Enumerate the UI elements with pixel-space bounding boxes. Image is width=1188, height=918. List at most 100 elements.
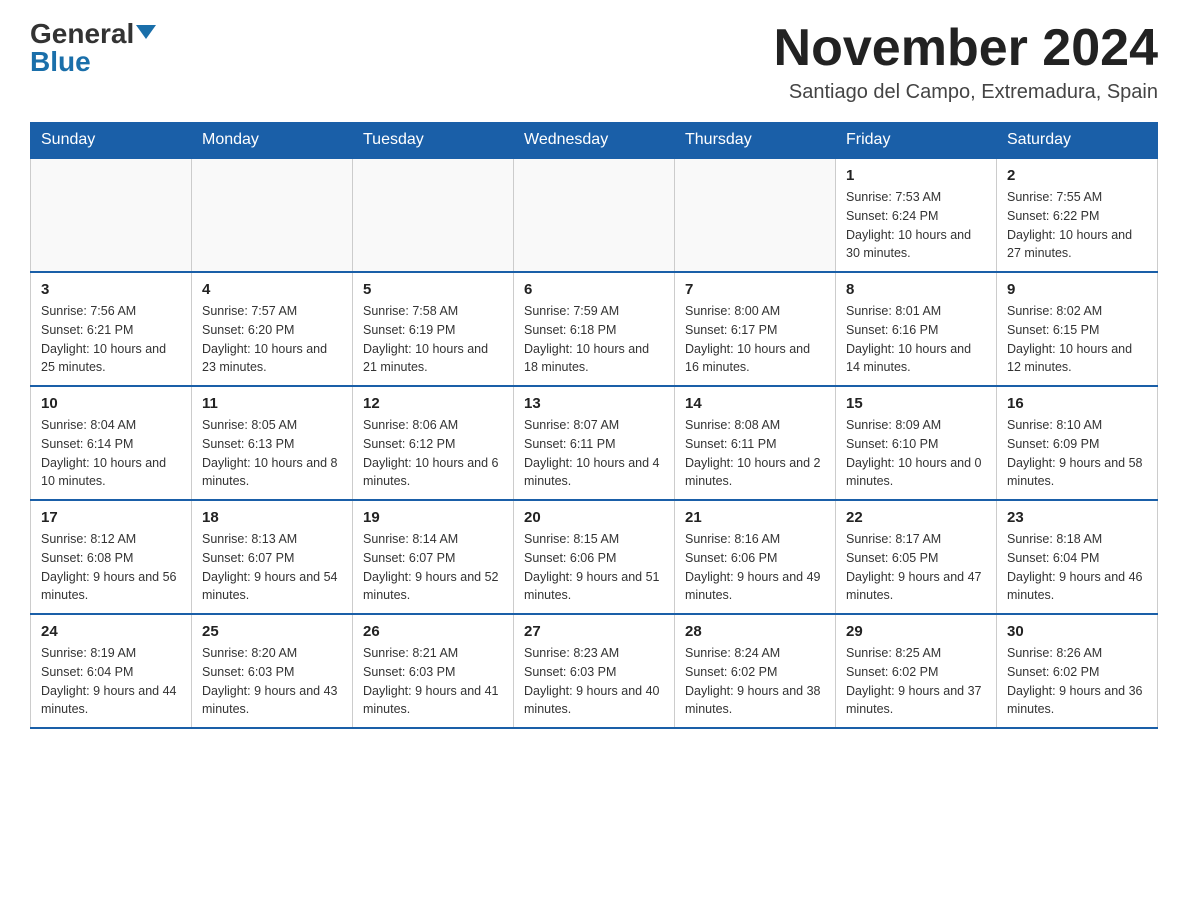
day-number: 10 bbox=[41, 395, 181, 412]
calendar-cell: 19 Sunrise: 8:14 AM Sunset: 6:07 PM Dayli… bbox=[353, 500, 514, 614]
calendar-cell: 26Sunrise: 8:21 AM Sunset: 6:03 PM Dayli… bbox=[353, 614, 514, 728]
day-number: 18 bbox=[202, 509, 342, 526]
location-title: Santiago del Campo, Extremadura, Spain bbox=[774, 81, 1158, 104]
calendar-cell: 17 Sunrise: 8:12 AM Sunset: 6:08 PM Dayli… bbox=[31, 500, 192, 614]
weekday-header-wednesday: Wednesday bbox=[514, 123, 675, 159]
calendar-cell: 11 Sunrise: 8:05 AM Sunset: 6:13 PM Dayli… bbox=[192, 386, 353, 500]
day-number: 25 bbox=[202, 623, 342, 640]
day-info: Sunrise: 8:24 AM Sunset: 6:02 PM Dayligh… bbox=[685, 644, 825, 719]
day-number: 4 bbox=[202, 281, 342, 298]
day-number: 9 bbox=[1007, 281, 1147, 298]
calendar-cell: 10 Sunrise: 8:04 AM Sunset: 6:14 PM Dayli… bbox=[31, 386, 192, 500]
calendar-cell: 12 Sunrise: 8:06 AM Sunset: 6:12 PM Dayli… bbox=[353, 386, 514, 500]
day-number: 19 bbox=[363, 509, 503, 526]
day-info: Sunrise: 8:26 AM Sunset: 6:02 PM Dayligh… bbox=[1007, 644, 1147, 719]
calendar-cell: 3 Sunrise: 7:56 AM Sunset: 6:21 PM Daylig… bbox=[31, 272, 192, 386]
weekday-header-friday: Friday bbox=[836, 123, 997, 159]
calendar-cell: 24Sunrise: 8:19 AM Sunset: 6:04 PM Dayli… bbox=[31, 614, 192, 728]
day-info: Sunrise: 8:14 AM Sunset: 6:07 PM Dayligh… bbox=[363, 530, 503, 605]
calendar-cell: 22 Sunrise: 8:17 AM Sunset: 6:05 PM Dayli… bbox=[836, 500, 997, 614]
calendar-cell bbox=[31, 158, 192, 272]
week-row-2: 3 Sunrise: 7:56 AM Sunset: 6:21 PM Daylig… bbox=[31, 272, 1158, 386]
calendar-cell bbox=[353, 158, 514, 272]
weekday-header-monday: Monday bbox=[192, 123, 353, 159]
calendar-table: SundayMondayTuesdayWednesdayThursdayFrid… bbox=[30, 122, 1158, 729]
day-number: 30 bbox=[1007, 623, 1147, 640]
week-row-4: 17 Sunrise: 8:12 AM Sunset: 6:08 PM Dayli… bbox=[31, 500, 1158, 614]
calendar-cell: 16Sunrise: 8:10 AM Sunset: 6:09 PM Dayli… bbox=[997, 386, 1158, 500]
day-number: 11 bbox=[202, 395, 342, 412]
day-number: 23 bbox=[1007, 509, 1147, 526]
day-info: Sunrise: 8:19 AM Sunset: 6:04 PM Dayligh… bbox=[41, 644, 181, 719]
weekday-header-thursday: Thursday bbox=[675, 123, 836, 159]
calendar-cell: 6 Sunrise: 7:59 AM Sunset: 6:18 PM Daylig… bbox=[514, 272, 675, 386]
title-area: November 2024 Santiago del Campo, Extrem… bbox=[774, 20, 1158, 104]
day-number: 14 bbox=[685, 395, 825, 412]
day-info: Sunrise: 8:06 AM Sunset: 6:12 PM Dayligh… bbox=[363, 416, 503, 491]
day-info: Sunrise: 8:05 AM Sunset: 6:13 PM Dayligh… bbox=[202, 416, 342, 491]
day-number: 8 bbox=[846, 281, 986, 298]
calendar-cell: 27Sunrise: 8:23 AM Sunset: 6:03 PM Dayli… bbox=[514, 614, 675, 728]
calendar-cell: 23 Sunrise: 8:18 AM Sunset: 6:04 PM Dayli… bbox=[997, 500, 1158, 614]
day-number: 6 bbox=[524, 281, 664, 298]
calendar-cell: 13 Sunrise: 8:07 AM Sunset: 6:11 PM Dayli… bbox=[514, 386, 675, 500]
day-info: Sunrise: 7:55 AM Sunset: 6:22 PM Dayligh… bbox=[1007, 188, 1147, 263]
calendar-cell: 18 Sunrise: 8:13 AM Sunset: 6:07 PM Dayli… bbox=[192, 500, 353, 614]
calendar-cell: 2 Sunrise: 7:55 AM Sunset: 6:22 PM Daylig… bbox=[997, 158, 1158, 272]
calendar-cell: 14Sunrise: 8:08 AM Sunset: 6:11 PM Dayli… bbox=[675, 386, 836, 500]
day-info: Sunrise: 8:02 AM Sunset: 6:15 PM Dayligh… bbox=[1007, 302, 1147, 377]
day-info: Sunrise: 8:04 AM Sunset: 6:14 PM Dayligh… bbox=[41, 416, 181, 491]
day-info: Sunrise: 8:15 AM Sunset: 6:06 PM Dayligh… bbox=[524, 530, 664, 605]
day-info: Sunrise: 8:07 AM Sunset: 6:11 PM Dayligh… bbox=[524, 416, 664, 491]
day-number: 2 bbox=[1007, 167, 1147, 184]
calendar-cell: 21Sunrise: 8:16 AM Sunset: 6:06 PM Dayli… bbox=[675, 500, 836, 614]
day-info: Sunrise: 8:18 AM Sunset: 6:04 PM Dayligh… bbox=[1007, 530, 1147, 605]
day-number: 20 bbox=[524, 509, 664, 526]
day-info: Sunrise: 7:57 AM Sunset: 6:20 PM Dayligh… bbox=[202, 302, 342, 377]
calendar-cell: 7 Sunrise: 8:00 AM Sunset: 6:17 PM Daylig… bbox=[675, 272, 836, 386]
calendar-cell bbox=[192, 158, 353, 272]
week-row-5: 24Sunrise: 8:19 AM Sunset: 6:04 PM Dayli… bbox=[31, 614, 1158, 728]
day-info: Sunrise: 7:59 AM Sunset: 6:18 PM Dayligh… bbox=[524, 302, 664, 377]
day-number: 7 bbox=[685, 281, 825, 298]
week-row-3: 10 Sunrise: 8:04 AM Sunset: 6:14 PM Dayli… bbox=[31, 386, 1158, 500]
day-info: Sunrise: 8:21 AM Sunset: 6:03 PM Dayligh… bbox=[363, 644, 503, 719]
day-number: 16 bbox=[1007, 395, 1147, 412]
day-number: 17 bbox=[41, 509, 181, 526]
weekday-header-row: SundayMondayTuesdayWednesdayThursdayFrid… bbox=[31, 123, 1158, 159]
day-number: 3 bbox=[41, 281, 181, 298]
day-info: Sunrise: 8:20 AM Sunset: 6:03 PM Dayligh… bbox=[202, 644, 342, 719]
logo-general-text: General bbox=[30, 20, 134, 48]
day-number: 22 bbox=[846, 509, 986, 526]
calendar-cell bbox=[514, 158, 675, 272]
calendar-cell: 28Sunrise: 8:24 AM Sunset: 6:02 PM Dayli… bbox=[675, 614, 836, 728]
day-number: 15 bbox=[846, 395, 986, 412]
month-title: November 2024 bbox=[774, 20, 1158, 77]
logo-triangle-icon bbox=[136, 25, 156, 39]
day-number: 29 bbox=[846, 623, 986, 640]
day-number: 21 bbox=[685, 509, 825, 526]
day-number: 13 bbox=[524, 395, 664, 412]
day-info: Sunrise: 8:00 AM Sunset: 6:17 PM Dayligh… bbox=[685, 302, 825, 377]
day-info: Sunrise: 8:12 AM Sunset: 6:08 PM Dayligh… bbox=[41, 530, 181, 605]
day-info: Sunrise: 7:56 AM Sunset: 6:21 PM Dayligh… bbox=[41, 302, 181, 377]
calendar-cell: 15 Sunrise: 8:09 AM Sunset: 6:10 PM Dayli… bbox=[836, 386, 997, 500]
header: General Blue November 2024 Santiago del … bbox=[30, 20, 1158, 104]
day-info: Sunrise: 8:13 AM Sunset: 6:07 PM Dayligh… bbox=[202, 530, 342, 605]
calendar-cell: 5Sunrise: 7:58 AM Sunset: 6:19 PM Daylig… bbox=[353, 272, 514, 386]
logo-blue-text: Blue bbox=[30, 46, 91, 77]
day-info: Sunrise: 8:25 AM Sunset: 6:02 PM Dayligh… bbox=[846, 644, 986, 719]
calendar-cell: 9 Sunrise: 8:02 AM Sunset: 6:15 PM Daylig… bbox=[997, 272, 1158, 386]
calendar-cell bbox=[675, 158, 836, 272]
calendar-cell: 25 Sunrise: 8:20 AM Sunset: 6:03 PM Dayli… bbox=[192, 614, 353, 728]
day-number: 12 bbox=[363, 395, 503, 412]
weekday-header-sunday: Sunday bbox=[31, 123, 192, 159]
calendar-cell: 29 Sunrise: 8:25 AM Sunset: 6:02 PM Dayli… bbox=[836, 614, 997, 728]
day-number: 27 bbox=[524, 623, 664, 640]
day-info: Sunrise: 7:53 AM Sunset: 6:24 PM Dayligh… bbox=[846, 188, 986, 263]
calendar-cell: 30 Sunrise: 8:26 AM Sunset: 6:02 PM Dayli… bbox=[997, 614, 1158, 728]
calendar-cell: 20 Sunrise: 8:15 AM Sunset: 6:06 PM Dayli… bbox=[514, 500, 675, 614]
logo: General Blue bbox=[30, 20, 156, 76]
day-info: Sunrise: 8:17 AM Sunset: 6:05 PM Dayligh… bbox=[846, 530, 986, 605]
day-info: Sunrise: 8:09 AM Sunset: 6:10 PM Dayligh… bbox=[846, 416, 986, 491]
